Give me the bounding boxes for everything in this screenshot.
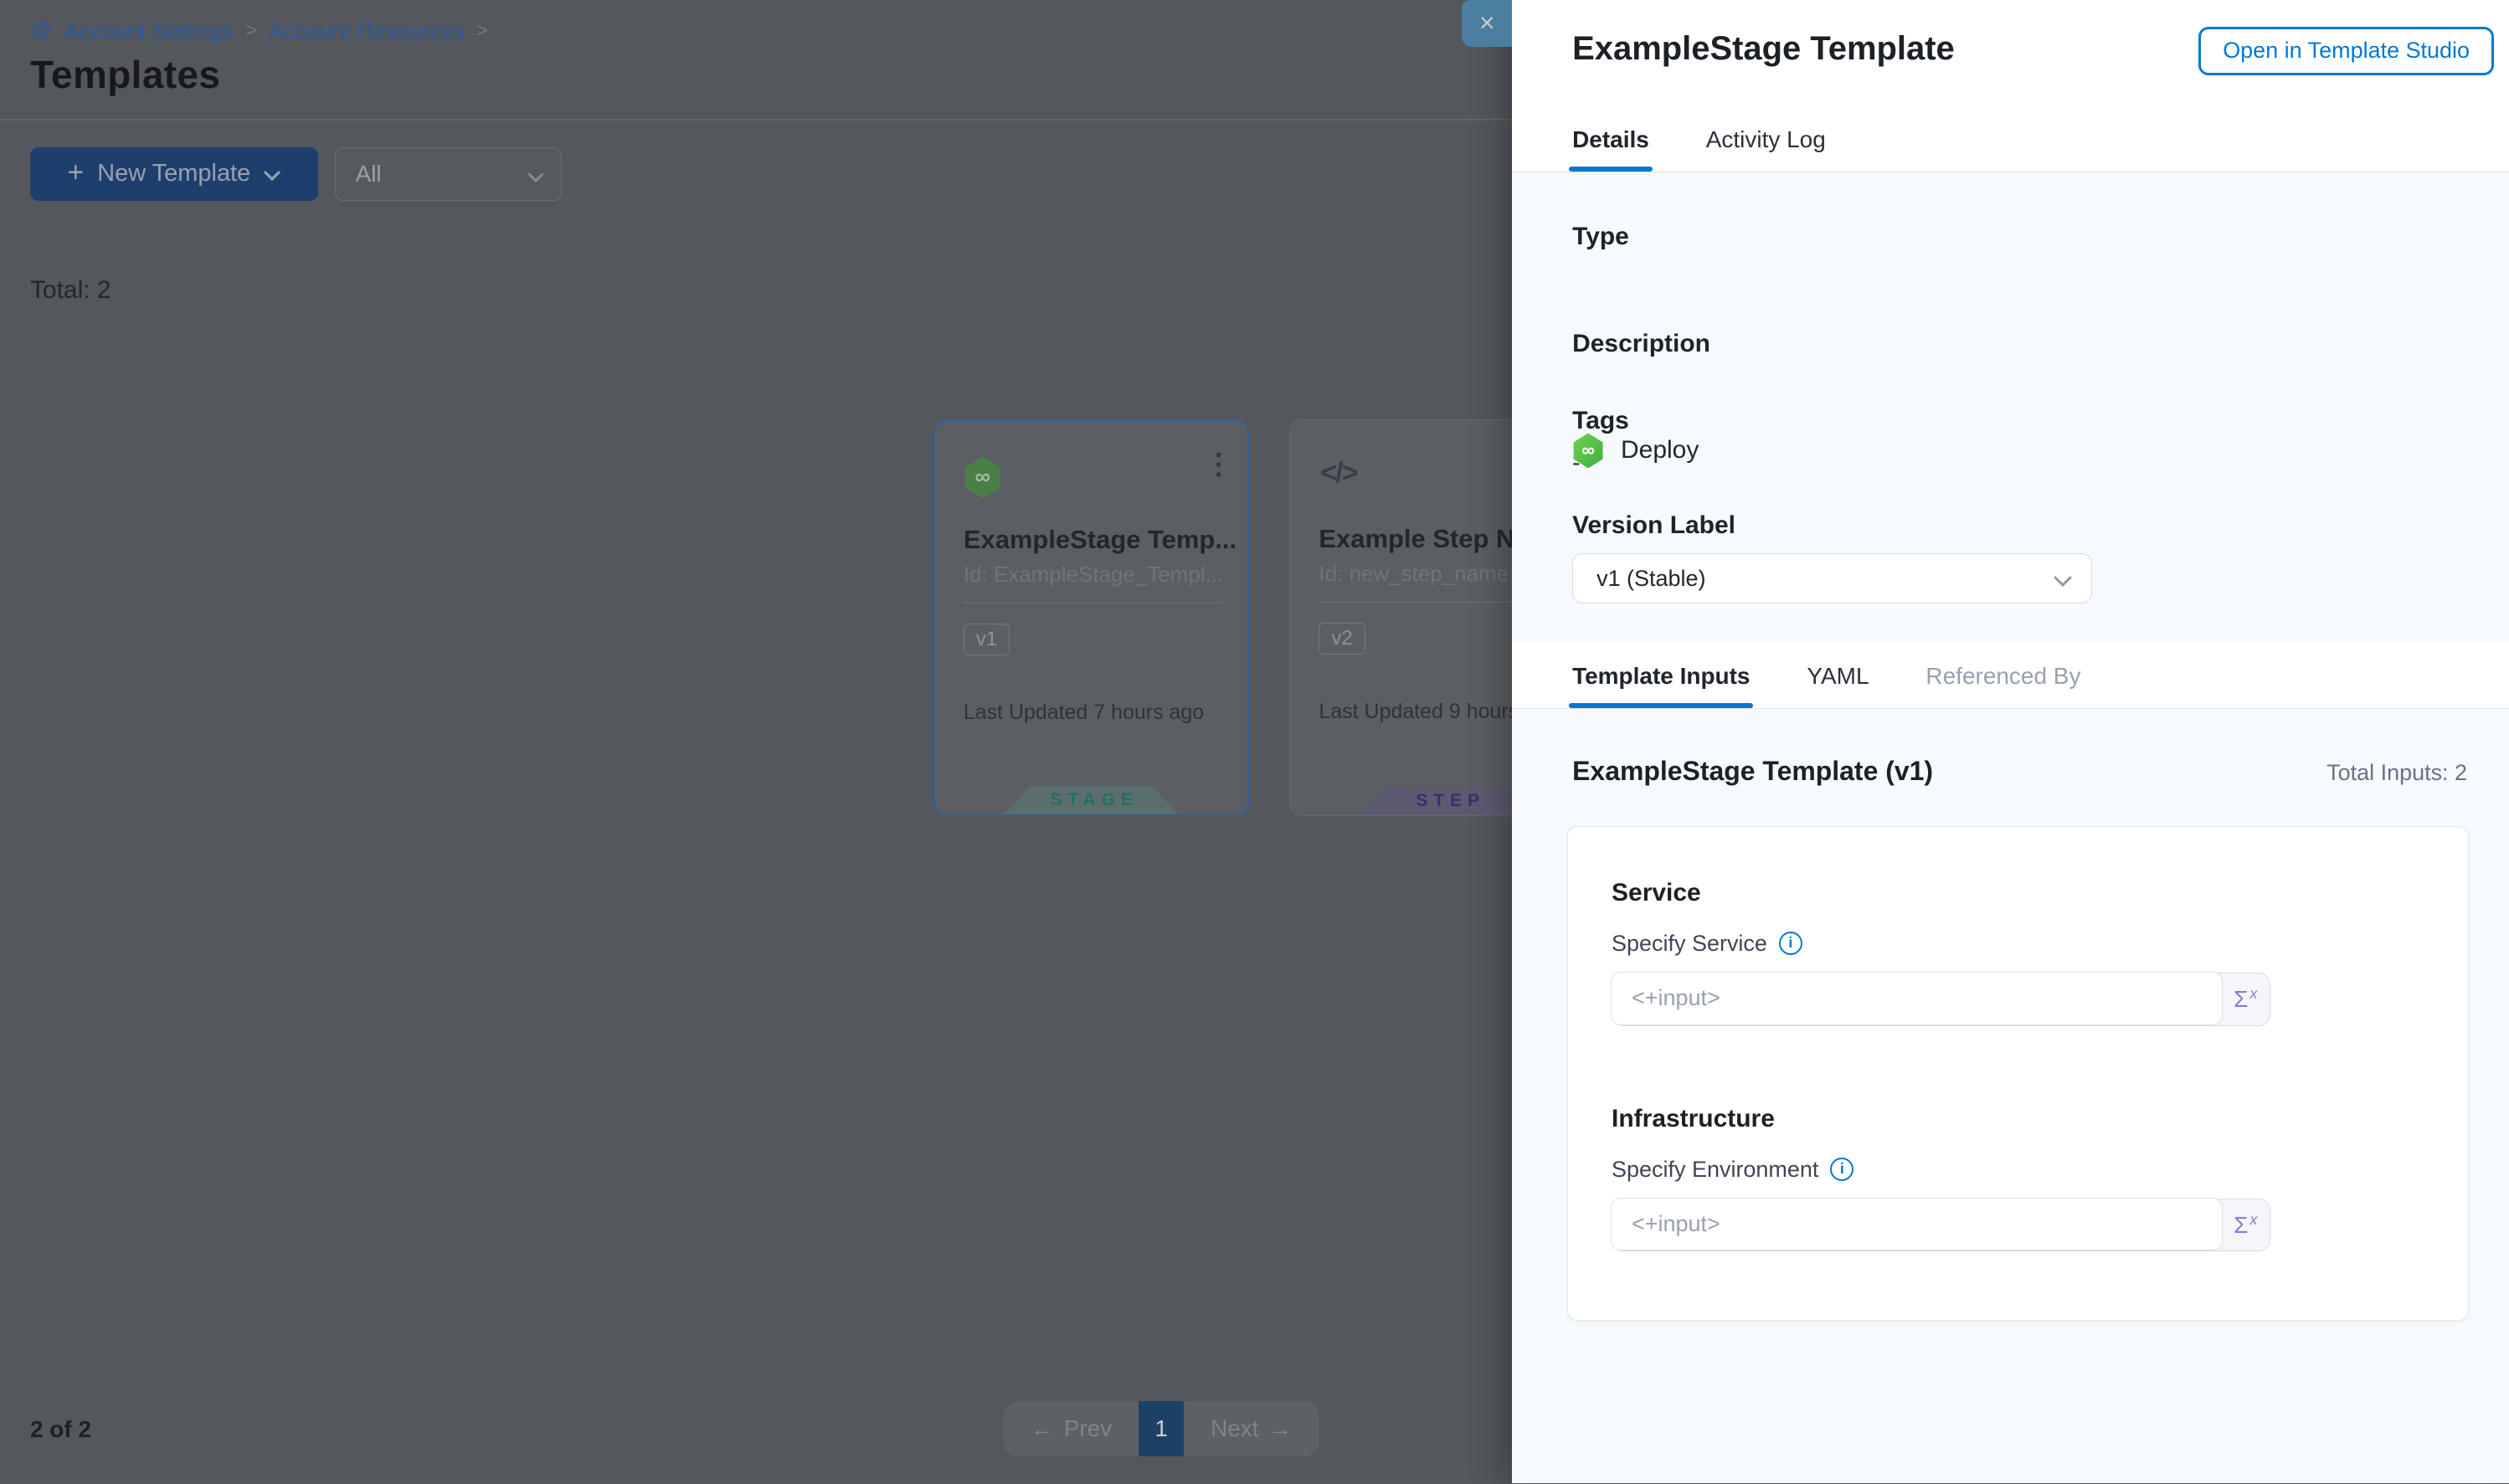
card-menu-icon[interactable]: ⋮ — [1205, 449, 1233, 480]
breadcrumb-account-resources[interactable]: Account Resources — [269, 18, 465, 44]
info-icon[interactable]: i — [1830, 1158, 1853, 1181]
right-arrow-icon: → — [1269, 1415, 1293, 1442]
version-label: Version Label — [1572, 511, 1735, 540]
environment-input[interactable] — [1611, 1198, 2223, 1251]
inputs-total: Total Inputs: 2 — [2326, 760, 2467, 786]
total-count: Total: 2 — [30, 276, 111, 305]
next-label: Next — [1211, 1415, 1259, 1442]
template-type-filter[interactable]: All — [335, 147, 563, 201]
specify-service-label: Specify Service — [1612, 931, 1767, 957]
tags-label: Tags — [1572, 407, 1629, 435]
tags-value: - — [1572, 449, 1580, 476]
info-icon[interactable]: i — [1779, 932, 1802, 955]
expression-sigma-icon[interactable]: Σ x — [2221, 1199, 2270, 1251]
next-page-button[interactable]: Next → — [1184, 1401, 1319, 1456]
pagination: ← Prev 1 Next → — [1004, 1401, 1319, 1456]
breadcrumb-account-settings[interactable]: Account Settings — [64, 18, 234, 44]
card-divider — [962, 602, 1221, 603]
service-section-title: Service — [1612, 879, 1701, 907]
service-input-group: Σ x — [1612, 973, 2270, 1026]
inputs-card: Service Specify Service i Σ x Infrastruc… — [1567, 826, 2469, 1321]
breadcrumb: ⚙ Account Settings > Account Resources > — [30, 18, 488, 44]
plus-icon: + — [67, 157, 84, 189]
card-id: Id: ExampleStage_Templ... — [964, 562, 1235, 588]
chevron-down-icon — [527, 158, 544, 189]
infrastructure-section-title: Infrastructure — [1612, 1105, 1775, 1133]
template-inputs-panel: ExampleStage Template (v1) Total Inputs:… — [1512, 709, 2509, 1483]
type-value: Deploy — [1621, 436, 1699, 465]
inner-tabs: Template Inputs YAML Referenced By — [1572, 663, 2080, 708]
prev-page-button[interactable]: ← Prev — [1004, 1401, 1139, 1456]
version-badge: v2 — [1319, 623, 1365, 655]
close-icon[interactable]: × — [1462, 0, 1512, 47]
tab-template-inputs[interactable]: Template Inputs — [1572, 663, 1750, 708]
inner-tabstrip: Template Inputs YAML Referenced By — [1512, 642, 2509, 709]
drawer-header: ExampleStage Template Open in Template S… — [1512, 0, 2509, 172]
last-updated: Last Updated 7 hours ago — [964, 701, 1204, 725]
card-title: ExampleStage Temp... — [964, 525, 1235, 555]
environment-input-group: Σ x — [1612, 1199, 2270, 1252]
breadcrumb-separator: > — [476, 19, 488, 43]
version-select-value: v1 (Stable) — [1596, 566, 2053, 592]
template-type-row: ∞ Deploy — [1572, 433, 1699, 468]
description-label: Description — [1572, 330, 1710, 358]
code-icon: </> — [1320, 457, 1356, 490]
new-template-label: New Template — [97, 160, 250, 187]
page-title: Templates — [30, 52, 220, 97]
type-label: Type — [1572, 223, 1629, 251]
current-page-button[interactable]: 1 — [1139, 1401, 1184, 1456]
version-select[interactable]: v1 (Stable) — [1572, 553, 2092, 603]
template-details-drawer: × ExampleStage Template Open in Template… — [1512, 0, 2509, 1483]
open-template-studio-button[interactable]: Open in Template Studio — [2198, 27, 2494, 75]
breadcrumb-separator: > — [245, 19, 257, 43]
tab-yaml[interactable]: YAML — [1807, 663, 1869, 708]
deploy-hexagon-icon: ∞ — [964, 456, 1002, 498]
tab-referenced-by[interactable]: Referenced By — [1925, 663, 2080, 708]
chevron-down-icon — [264, 160, 280, 187]
template-card-stage[interactable]: ∞ ⋮ ExampleStage Temp... Id: ExampleStag… — [933, 419, 1250, 816]
new-template-button[interactable]: + New Template — [30, 147, 318, 201]
details-panel: Type ∞ Deploy Description Tags - Version… — [1512, 172, 2509, 642]
gear-icon: ⚙ — [30, 18, 53, 44]
drawer-title: ExampleStage Template — [1572, 30, 1955, 68]
tab-activity-log[interactable]: Activity Log — [1706, 126, 1826, 172]
step-type-badge: STEP — [1360, 787, 1535, 815]
result-count: 2 of 2 — [30, 1416, 91, 1443]
left-arrow-icon: ← — [1031, 1415, 1054, 1442]
version-badge: v1 — [964, 624, 1010, 655]
chevron-down-icon — [2054, 563, 2072, 594]
stage-type-badge: STAGE — [1005, 786, 1179, 814]
inputs-heading: ExampleStage Template (v1) — [1572, 756, 1933, 787]
service-input[interactable] — [1611, 972, 2223, 1025]
expression-sigma-icon[interactable]: Σ x — [2221, 973, 2270, 1025]
specify-environment-label: Specify Environment — [1612, 1157, 1818, 1183]
filter-value: All — [356, 161, 528, 187]
drawer-tabs: Details Activity Log — [1572, 126, 1826, 172]
tab-details[interactable]: Details — [1572, 126, 1649, 172]
prev-label: Prev — [1064, 1415, 1113, 1442]
